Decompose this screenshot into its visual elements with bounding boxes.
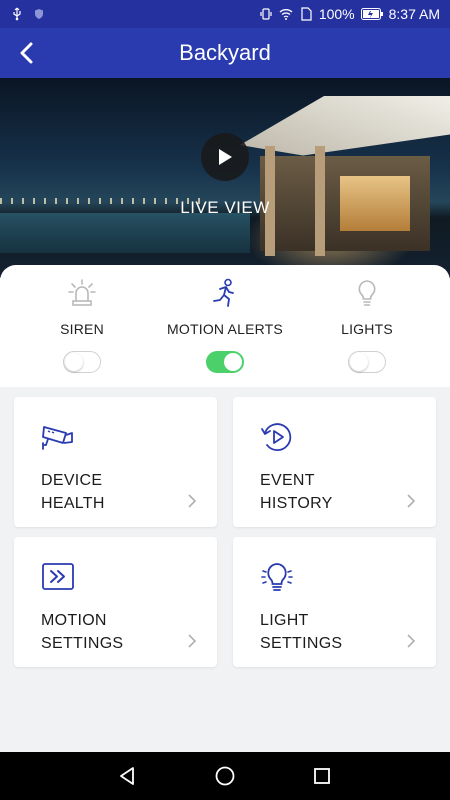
light-settings-label: LIGHT SETTINGS <box>260 612 343 652</box>
chevron-right-icon <box>188 494 197 508</box>
play-icon <box>219 149 232 165</box>
chevron-right-icon <box>407 494 416 508</box>
chevron-right-icon <box>188 634 197 648</box>
system-nav-bar <box>0 752 450 800</box>
event-history-tile[interactable]: EVENT HISTORY <box>233 397 436 527</box>
nav-home-icon[interactable] <box>214 765 236 787</box>
motion-settings-tile[interactable]: MOTION SETTINGS <box>14 537 217 667</box>
lights-switch[interactable] <box>348 351 386 373</box>
motion-alerts-switch[interactable] <box>206 351 244 373</box>
device-health-tile[interactable]: DEVICE HEALTH <box>14 397 217 527</box>
device-health-label: DEVICE HEALTH <box>41 472 105 512</box>
nav-back-icon[interactable] <box>118 766 138 786</box>
siren-toggle-group: SIREN <box>7 265 157 387</box>
clock: 8:37 AM <box>388 6 440 22</box>
motion-settings-icon <box>42 563 74 590</box>
battery-percent: 100% <box>318 6 355 22</box>
usb-icon <box>13 7 21 21</box>
battery-icon <box>360 8 383 20</box>
wifi-icon <box>279 9 293 20</box>
motion-alerts-label: MOTION ALERTS <box>167 321 283 337</box>
live-view-preview[interactable]: LIVE VIEW <box>0 78 450 278</box>
quick-toggles: SIREN MOTION ALERTS LIGHTS <box>0 265 450 387</box>
light-settings-tile[interactable]: LIGHT SETTINGS <box>233 537 436 667</box>
shield-status-icon <box>35 9 43 19</box>
status-bar: 100% 8:37 AM <box>0 0 450 28</box>
house-image <box>230 96 450 256</box>
event-history-label: EVENT HISTORY <box>260 472 333 512</box>
nav-recents-icon[interactable] <box>312 766 332 786</box>
page-title: Backyard <box>179 40 271 65</box>
back-button[interactable] <box>14 40 40 66</box>
motion-alerts-toggle-group: MOTION ALERTS <box>150 265 300 387</box>
live-view-label: LIVE VIEW <box>180 198 270 217</box>
lights-toggle-group: LIGHTS <box>292 265 442 387</box>
camera-health-icon <box>42 426 73 450</box>
siren-icon <box>66 277 98 309</box>
app-bar: Backyard <box>0 28 450 78</box>
light-settings-icon <box>261 563 293 591</box>
vibrate-icon <box>260 8 272 20</box>
running-person-icon <box>209 277 241 309</box>
siren-switch[interactable] <box>63 351 101 373</box>
chevron-right-icon <box>407 634 416 648</box>
lights-label: LIGHTS <box>341 321 393 337</box>
motion-settings-label: MOTION SETTINGS <box>41 612 124 652</box>
back-arrow-icon <box>20 42 33 64</box>
lightbulb-icon <box>351 277 383 309</box>
siren-label: SIREN <box>60 321 104 337</box>
history-play-icon <box>261 423 292 452</box>
sim-icon <box>301 7 312 21</box>
play-button[interactable] <box>201 133 249 181</box>
